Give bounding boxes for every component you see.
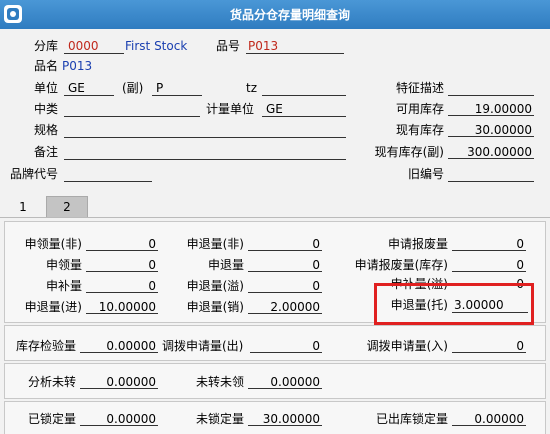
untransferred-label: 未转未领 xyxy=(195,375,244,389)
category-field[interactable] xyxy=(64,102,200,117)
title-bar: 货品分仓存量明细查询 xyxy=(0,0,550,29)
sub-unit-field[interactable]: P xyxy=(152,81,202,96)
scrap-label: 申请报废量 xyxy=(387,237,448,251)
ret-field: 0 xyxy=(248,258,322,272)
req-out-field: 0 xyxy=(86,258,158,272)
current-stock-sub-field: 300.00000 xyxy=(448,145,534,159)
unlocked-field: 30.00000 xyxy=(248,412,322,426)
scrap-field: 0 xyxy=(452,237,526,251)
unanalyzed-field: 0.00000 xyxy=(80,375,158,389)
transfer-out-label: 调拨申请量(出) xyxy=(162,339,244,353)
remark-field[interactable] xyxy=(64,145,346,160)
transfer-in-label: 调拨申请量(入) xyxy=(366,339,448,353)
ret-in-field: 10.00000 xyxy=(86,300,158,314)
spec-field[interactable] xyxy=(64,123,346,138)
shipped-locked-label: 已出库锁定量 xyxy=(375,412,448,426)
window-title: 货品分仓存量明细查询 xyxy=(229,8,350,22)
req-out-non-field: 0 xyxy=(86,237,158,251)
ret-sale-label: 申退量(销) xyxy=(186,300,244,314)
ret-in-label: 申退量(进) xyxy=(24,300,82,314)
req-out-label: 申领量 xyxy=(45,258,82,272)
unanalyzed-label: 分析未转 xyxy=(27,375,76,389)
calc-unit-field[interactable]: GE xyxy=(262,102,346,117)
remark-label: 备注 xyxy=(34,145,59,159)
req-out-non-label: 申领量(非) xyxy=(24,237,82,251)
brand-field[interactable] xyxy=(64,167,152,182)
old-no-field[interactable] xyxy=(448,167,534,182)
transfer-in-field: 0 xyxy=(452,339,526,353)
ret-surplus-label: 申退量(溢) xyxy=(186,279,244,293)
tz-field[interactable] xyxy=(262,81,346,96)
unit-label: 单位 xyxy=(34,81,59,95)
ret-surplus-field: 0 xyxy=(248,279,322,293)
item-no-field[interactable]: P013 xyxy=(246,39,344,54)
category-label: 中类 xyxy=(34,102,59,116)
available-label: 可用库存 xyxy=(395,102,444,116)
tab-1[interactable]: 1 xyxy=(4,197,42,217)
spec-label: 规格 xyxy=(34,123,59,137)
shipped-locked-field: 0.00000 xyxy=(452,412,526,426)
warehouse-label: 分库 xyxy=(34,39,59,53)
current-stock-field: 30.00000 xyxy=(448,123,534,137)
ret-non-field: 0 xyxy=(248,237,322,251)
supp-field: 0 xyxy=(86,279,158,293)
sub-unit-label: (副) xyxy=(122,81,144,95)
available-field: 19.00000 xyxy=(448,102,534,116)
untransferred-field: 0.00000 xyxy=(248,375,322,389)
feature-field[interactable] xyxy=(448,81,534,96)
current-stock-sub-label: 现有库存(副) xyxy=(374,145,444,159)
brand-label: 品牌代号 xyxy=(10,167,59,181)
tab-strip-line xyxy=(0,217,550,218)
inspect-field: 0.00000 xyxy=(80,339,158,353)
unit-field[interactable]: GE xyxy=(64,81,114,96)
item-name-value: P013 xyxy=(62,59,93,73)
old-no-label: 旧编号 xyxy=(407,167,444,181)
ret-label: 申退量 xyxy=(207,258,244,272)
supp-label: 申补量 xyxy=(45,279,82,293)
feature-label: 特征描述 xyxy=(395,81,444,95)
ret-non-label: 申退量(非) xyxy=(186,237,244,251)
tab-2[interactable]: 2 xyxy=(46,196,88,217)
current-stock-label: 现有库存 xyxy=(395,123,444,137)
locked-field: 0.00000 xyxy=(80,412,158,426)
tz-label: tz xyxy=(246,81,258,95)
warehouse-code-field[interactable]: 0000 xyxy=(64,39,124,54)
inspect-label: 库存检验量 xyxy=(15,339,76,353)
item-name-label: 品名 xyxy=(34,59,59,73)
unlocked-label: 未锁定量 xyxy=(195,412,244,426)
item-no-label: 品号 xyxy=(216,39,241,53)
transfer-out-field: 0 xyxy=(250,339,322,353)
scrap-stock-label: 申请报废量(库存) xyxy=(354,258,448,272)
ret-sale-field: 2.00000 xyxy=(248,300,322,314)
locked-label: 已锁定量 xyxy=(27,412,76,426)
calc-unit-label: 计量单位 xyxy=(206,102,255,116)
scrap-stock-field: 0 xyxy=(452,258,526,272)
warehouse-name: First Stock xyxy=(125,39,188,53)
highlight-box xyxy=(374,283,534,325)
